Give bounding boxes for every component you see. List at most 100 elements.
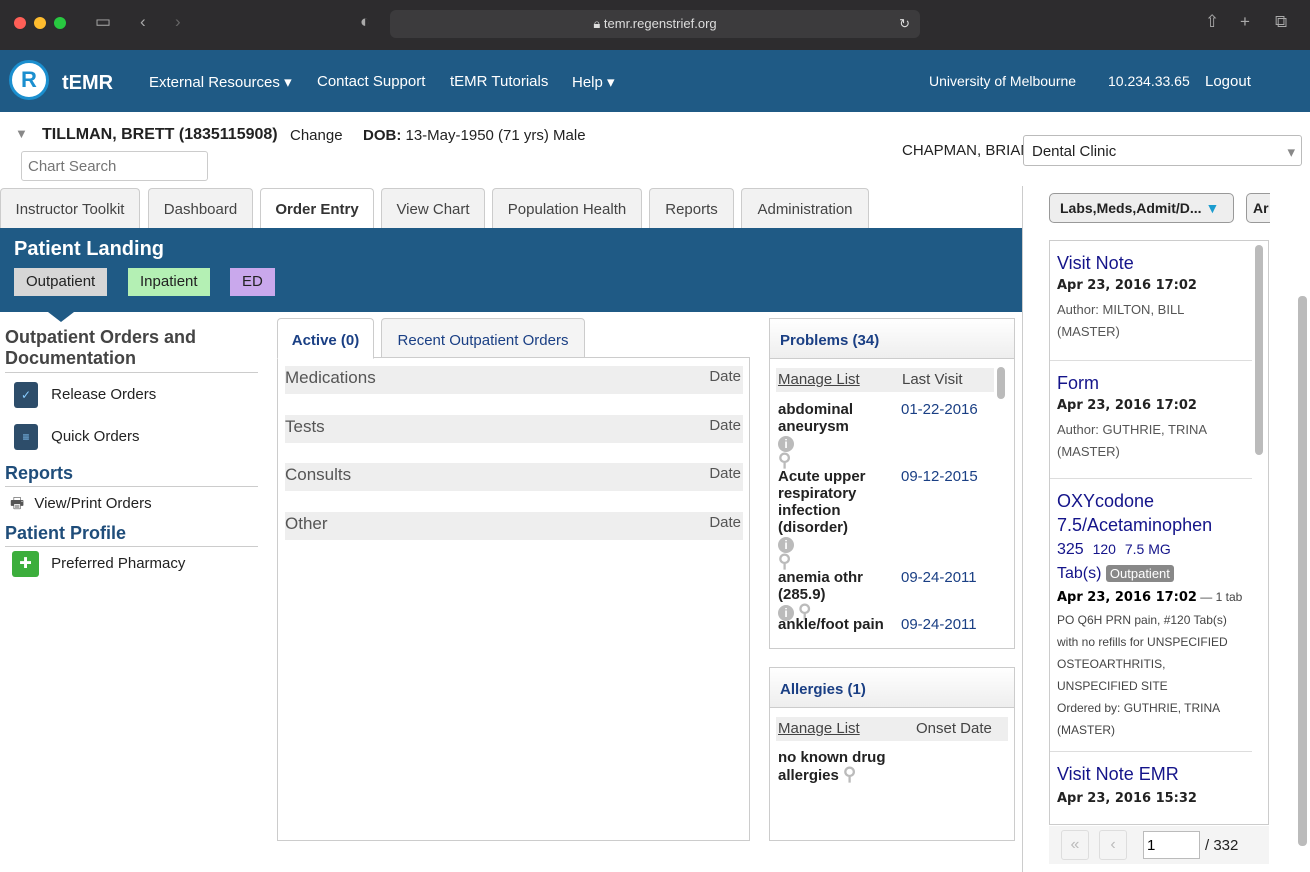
tab-view-chart[interactable]: View Chart: [381, 188, 485, 228]
institution: University of Melbourne: [929, 73, 1077, 89]
lock-icon: 🔒︎: [593, 16, 604, 31]
maximize-window-button[interactable]: [54, 17, 66, 29]
share-icon[interactable]: ⇧: [1205, 12, 1219, 32]
nav-contact-support[interactable]: Contact Support: [317, 73, 425, 90]
problem-row: abdominal aneurysm i ⚲: [778, 401, 898, 469]
browser-toolbar: ▭ ‹ › ◐ 🔒︎ temr.regenstrief.org ↻ ⇧ + ⧉: [0, 0, 1310, 50]
timeline-entry: Form Apr 23, 2016 17:02 Author: GUTHRIE,…: [1050, 361, 1252, 479]
tab-reports[interactable]: Reports: [649, 188, 734, 228]
ip-address: 10.234.33.65: [1108, 73, 1190, 89]
shield-icon: ◐: [360, 12, 371, 31]
tab-recent-outpatient-orders[interactable]: Recent Outpatient Orders: [381, 318, 585, 358]
tests-section: Tests Date: [285, 415, 743, 443]
sidebar-item-preferred-pharmacy[interactable]: ✚ Preferred Pharmacy: [12, 551, 185, 577]
patient-name: TILLMAN, BRETT (1835115908): [42, 126, 278, 143]
new-tab-icon[interactable]: +: [1240, 12, 1250, 32]
nav-help[interactable]: Help ▾: [572, 73, 615, 91]
problem-date[interactable]: 01-22-2016: [901, 401, 978, 418]
active-mode-pointer: [48, 312, 74, 322]
pagination-bar: « ‹ / 332: [1049, 826, 1269, 864]
medications-section: Medications Date: [285, 366, 743, 394]
location-select[interactable]: Dental Clinic ▾: [1023, 135, 1302, 166]
tab-dashboard[interactable]: Dashboard: [148, 188, 253, 228]
search-icon[interactable]: ⚲: [778, 552, 878, 570]
app-name: tEMR: [62, 72, 114, 94]
date-column-label: Date: [709, 514, 741, 531]
ed-button[interactable]: ED: [230, 268, 275, 296]
temr-logo-icon: R: [9, 60, 49, 100]
total-pages: / 332: [1205, 837, 1239, 854]
nav-external-resources[interactable]: External Resources ▾: [149, 73, 292, 91]
timeline-entry: OXYcodone 7.5/Acetaminophen 325 120 7.5 …: [1050, 479, 1252, 752]
tab-administration[interactable]: Administration: [741, 188, 869, 228]
problems-title: Problems (34): [770, 319, 1014, 359]
patient-dob: DOB: 13-May-1950 (71 yrs) Male: [363, 127, 586, 144]
minimize-window-button[interactable]: [34, 17, 46, 29]
onset-date-header: Onset Date: [916, 720, 992, 737]
first-page-icon[interactable]: «: [1061, 830, 1089, 860]
timeline-scrollbar[interactable]: [1255, 245, 1263, 455]
problem-row: anemia othr (285.9) i ⚲: [778, 569, 864, 622]
timeline-filter-button[interactable]: Labs,Meds,Admit/D... ▼: [1049, 193, 1234, 223]
sidebar-heading: Outpatient Orders and Documentation: [5, 327, 258, 373]
forward-icon[interactable]: ›: [175, 12, 181, 32]
entry-title[interactable]: Visit Note: [1057, 253, 1245, 274]
allergy-row: no known drug allergies ⚲: [778, 749, 886, 784]
entry-title[interactable]: Visit Note EMR: [1057, 764, 1245, 785]
timeline-list: Visit Note Apr 23, 2016 17:02 Author: MI…: [1049, 240, 1269, 825]
last-visit-header: Last Visit: [902, 371, 963, 388]
problem-date[interactable]: 09-12-2015: [901, 468, 978, 485]
entry-date: Apr 23, 2016 15:32: [1057, 791, 1197, 806]
inpatient-button[interactable]: Inpatient: [128, 268, 210, 296]
problems-manage-list-link[interactable]: Manage List: [778, 371, 860, 388]
problem-row: ankle/foot pain: [778, 616, 884, 633]
printer-icon: 🖶︎: [10, 495, 25, 512]
clipboard-list-icon: ≡: [14, 424, 38, 450]
timeline-entry: Visit Note Apr 23, 2016 17:02 Author: MI…: [1050, 241, 1252, 361]
tab-order-entry[interactable]: Order Entry: [260, 188, 374, 229]
page-scrollbar[interactable]: [1298, 296, 1307, 846]
tab-active-orders[interactable]: Active (0): [277, 318, 374, 359]
problems-scrollbar[interactable]: [997, 367, 1005, 399]
sidebar-item-release-orders[interactable]: ✓ Release Orders: [14, 382, 156, 408]
timeline-entry: Visit Note EMR Apr 23, 2016 15:32: [1050, 752, 1252, 818]
problems-panel: Problems (34) Manage List Last Visit abdo…: [769, 318, 1015, 649]
tab-population-health[interactable]: Population Health: [492, 188, 642, 228]
url-text: temr.regenstrief.org: [603, 16, 717, 31]
allergies-panel: Allergies (1) Manage List Onset Date no k…: [769, 667, 1015, 841]
entry-title[interactable]: OXYcodone 7.5/Acetaminophen: [1057, 489, 1245, 537]
page-number-input[interactable]: [1143, 831, 1200, 859]
problem-row: Acute upper respiratory infection (disor…: [778, 468, 878, 570]
address-bar[interactable]: 🔒︎ temr.regenstrief.org ↻: [390, 10, 920, 38]
previous-page-icon[interactable]: ‹: [1099, 830, 1127, 860]
entry-title[interactable]: Form: [1057, 373, 1245, 394]
tab-instructor-toolkit[interactable]: Instructor Toolkit: [0, 188, 140, 228]
entry-date: Apr 23, 2016 17:02: [1057, 278, 1197, 293]
date-column-label: Date: [709, 417, 741, 434]
outpatient-button[interactable]: Outpatient: [14, 268, 108, 296]
collapse-triangle-icon[interactable]: ▼: [15, 126, 28, 141]
search-icon[interactable]: ⚲: [778, 451, 898, 469]
other-section: Other Date: [285, 512, 743, 540]
reports-heading: Reports: [5, 463, 258, 487]
page-title: Patient Landing: [14, 238, 164, 260]
entry-author: Author: GUTHRIE, TRINA (MASTER): [1057, 422, 1207, 459]
allergies-manage-list-link[interactable]: Manage List: [778, 720, 860, 737]
reload-icon[interactable]: ↻: [899, 10, 910, 38]
secondary-filter-button[interactable]: Ar: [1246, 193, 1270, 223]
nav-temr-tutorials[interactable]: tEMR Tutorials: [450, 73, 548, 90]
filter-icon: ▼: [1205, 200, 1220, 216]
clipboard-check-icon: ✓: [14, 382, 38, 408]
tabs-overview-icon[interactable]: ⧉: [1275, 12, 1287, 32]
close-window-button[interactable]: [14, 17, 26, 29]
problem-date[interactable]: 09-24-2011: [901, 616, 977, 633]
sidebar-icon[interactable]: ▭: [95, 12, 111, 32]
sidebar-item-quick-orders[interactable]: ≡ Quick Orders: [14, 424, 140, 450]
problem-date[interactable]: 09-24-2011: [901, 569, 977, 586]
back-icon[interactable]: ‹: [140, 12, 146, 32]
sidebar-item-view-print-orders[interactable]: 🖶︎ View/Print Orders: [10, 493, 152, 518]
chart-search-input[interactable]: [21, 151, 208, 181]
change-patient-link[interactable]: Change: [290, 127, 343, 144]
search-icon[interactable]: ⚲: [843, 764, 856, 784]
logout-link[interactable]: Logout: [1205, 73, 1251, 90]
